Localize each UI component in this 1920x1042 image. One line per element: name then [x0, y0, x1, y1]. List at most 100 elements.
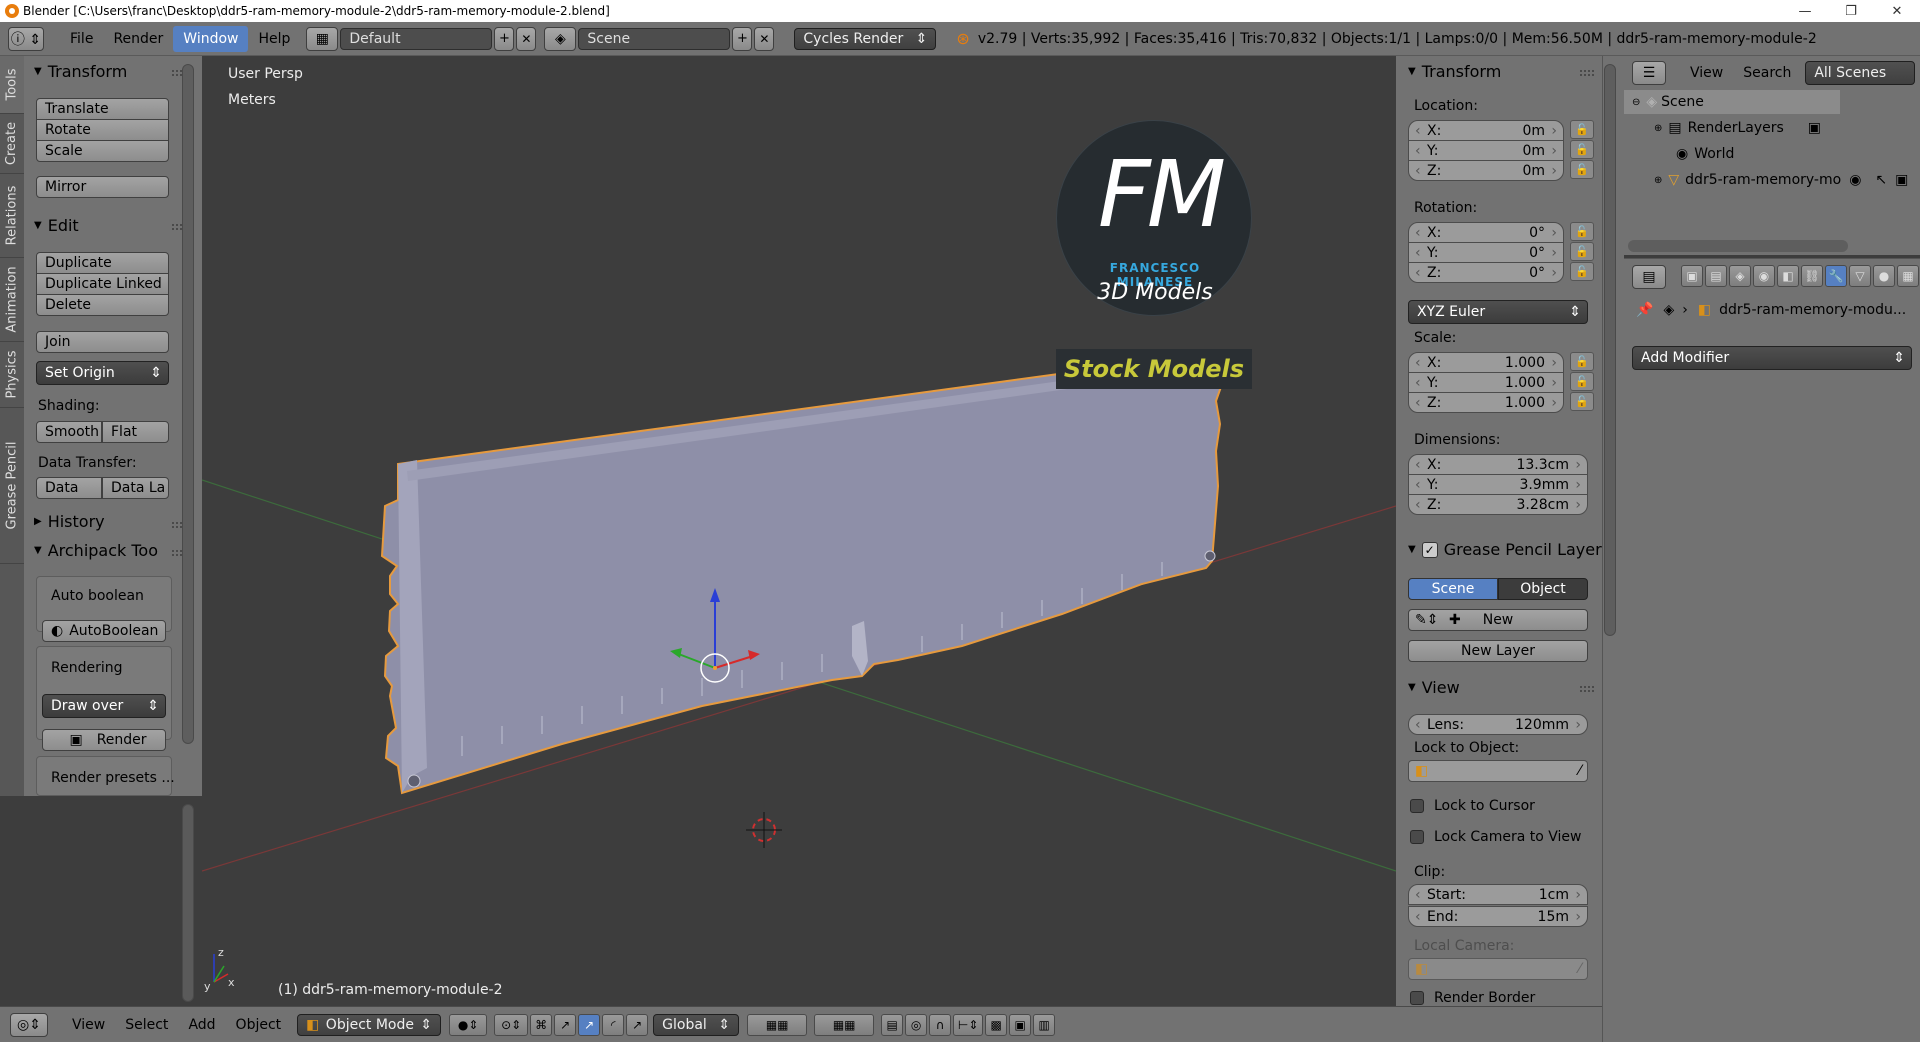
close-button[interactable]: ✕: [1874, 0, 1920, 22]
render-layer-toggle-icon[interactable]: ▣: [1808, 120, 1821, 136]
delete-layout-icon[interactable]: ✕: [516, 26, 537, 51]
shading-mode-icon[interactable]: ●⇕: [449, 1013, 488, 1036]
render-animation-icon[interactable]: ▥: [1033, 1013, 1056, 1036]
new-layer-button[interactable]: New Layer: [1408, 640, 1588, 662]
mirror-button[interactable]: Mirror: [36, 176, 169, 198]
lock-icon[interactable]: 🔓: [1570, 160, 1594, 179]
rotate-manipulator-icon[interactable]: ↗: [578, 1013, 601, 1036]
maximize-button[interactable]: ❐: [1828, 0, 1874, 22]
viewport-editor-type-button[interactable]: ◎⇕: [10, 1012, 48, 1037]
outliner-row-renderlayers[interactable]: ⊕ ▤ RenderLayers ▣: [1624, 116, 1821, 140]
toolshelf-scrollbar[interactable]: [182, 64, 194, 744]
tab-create[interactable]: Create: [0, 114, 24, 174]
proportional-edit-icon[interactable]: ◎: [905, 1013, 928, 1036]
lens-field[interactable]: Lens: 120mm: [1408, 714, 1588, 735]
render-tab-icon[interactable]: ▣: [1681, 265, 1703, 287]
bottom-menu-select[interactable]: Select: [115, 1012, 178, 1038]
editor-type-button[interactable]: ⓘ ⇕: [8, 26, 44, 51]
tab-grease-pencil[interactable]: Grease Pencil: [0, 408, 24, 564]
location-x-field[interactable]: X: 0m: [1408, 120, 1564, 141]
clip-start-field[interactable]: Start: 1cm: [1408, 884, 1588, 905]
outliner-menu-view[interactable]: View: [1680, 60, 1733, 86]
lock-icon[interactable]: 🔓: [1570, 372, 1594, 391]
orientation-dropdown[interactable]: Global ⇕: [653, 1013, 740, 1036]
eyedropper-icon[interactable]: ⁄: [1579, 763, 1581, 779]
tab-physics[interactable]: Physics: [0, 342, 24, 408]
bottom-menu-object[interactable]: Object: [226, 1012, 292, 1038]
3d-viewport[interactable]: User Persp Meters z x y FM FRANCESCO MIL…: [202, 56, 1396, 1006]
lock-icon[interactable]: 🔓: [1570, 262, 1594, 281]
lock-object-field[interactable]: ◧ ⁄: [1408, 760, 1588, 782]
layers-grid-2-icon[interactable]: ▦▦: [814, 1013, 875, 1036]
transform-panel-header[interactable]: ▼ Transform: [34, 62, 127, 81]
texture-tab-icon[interactable]: ▦: [1897, 265, 1919, 287]
pivot-point-icon[interactable]: ⊙⇕: [494, 1013, 529, 1036]
lock-to-cursor-checkbox[interactable]: Lock to Cursor: [1410, 798, 1535, 814]
dimensions-x-field[interactable]: X: 13.3cm: [1408, 454, 1588, 475]
screen-layout-field[interactable]: Default: [340, 27, 493, 50]
screen-layout-icon[interactable]: ▦: [306, 26, 339, 51]
tab-tools[interactable]: Tools: [0, 56, 24, 114]
n-transform-header[interactable]: ▼ Transform: [1408, 62, 1501, 81]
outliner-menu-search[interactable]: Search: [1733, 60, 1801, 86]
menu-file[interactable]: File: [60, 26, 103, 52]
add-modifier-dropdown[interactable]: Add Modifier ⇕: [1632, 346, 1912, 370]
archipack-panel-header[interactable]: ▼ Archipack Too: [34, 541, 158, 560]
expand-icon[interactable]: ⊕: [1654, 175, 1662, 186]
properties-editor-type-button[interactable]: ▤: [1632, 265, 1666, 289]
menu-render[interactable]: Render: [103, 26, 173, 52]
location-z-field[interactable]: Z: 0m: [1408, 160, 1564, 181]
snap-target-icon[interactable]: ▩: [985, 1013, 1008, 1036]
layers-grid-1-icon[interactable]: ▦▦: [747, 1013, 808, 1036]
flat-button[interactable]: Flat: [102, 421, 169, 443]
lock-camera-checkbox[interactable]: Lock Camera to View: [1410, 829, 1582, 845]
transform-manipulator-icon[interactable]: ↗: [626, 1013, 649, 1036]
rotation-x-field[interactable]: X: 0°: [1408, 222, 1564, 243]
eye-icon[interactable]: ◉: [1849, 172, 1861, 188]
scale-z-field[interactable]: Z: 1.000: [1408, 392, 1564, 413]
tab-relations[interactable]: Relations: [0, 174, 24, 258]
rotation-y-field[interactable]: Y: 0°: [1408, 242, 1564, 263]
add-layout-icon[interactable]: +: [494, 26, 515, 51]
world-tab-icon[interactable]: ◉: [1753, 265, 1775, 287]
snap-toggle-icon[interactable]: ∩: [929, 1013, 952, 1036]
outliner-editor-type-button[interactable]: ☰: [1632, 61, 1666, 85]
translate-manipulator-icon[interactable]: ↗: [554, 1013, 577, 1036]
rotate-button[interactable]: Rotate: [36, 119, 169, 141]
view-panel-header[interactable]: ▼ View: [1408, 678, 1460, 697]
delete-scene-icon[interactable]: ✕: [754, 26, 775, 51]
render-layers-tab-icon[interactable]: ▤: [1705, 265, 1727, 287]
lock-layers-icon[interactable]: ▤: [881, 1013, 904, 1036]
rotation-mode-dropdown[interactable]: XYZ Euler ⇕: [1408, 300, 1588, 324]
location-y-field[interactable]: Y: 0m: [1408, 140, 1564, 161]
panel-grip-icon[interactable]: [1580, 686, 1594, 692]
draw-over-dropdown[interactable]: Draw over ⇕: [42, 694, 166, 718]
collapse-icon[interactable]: ⊖: [1632, 97, 1640, 108]
3d-cursor-icon[interactable]: [746, 812, 782, 848]
constraints-tab-icon[interactable]: ⛓: [1801, 265, 1823, 287]
render-preview-icon[interactable]: ▣: [1009, 1013, 1032, 1036]
material-tab-icon[interactable]: ●: [1873, 265, 1895, 287]
rotation-z-field[interactable]: Z: 0°: [1408, 262, 1564, 283]
render-presets-button[interactable]: Render presets ...: [51, 770, 175, 786]
dimensions-z-field[interactable]: Z: 3.28cm: [1408, 494, 1588, 515]
menu-window[interactable]: Window: [173, 25, 249, 52]
object-tab-icon[interactable]: ◧: [1777, 265, 1799, 287]
data-transfer-button[interactable]: Data: [36, 477, 102, 499]
scene-tab-icon[interactable]: ◈: [1729, 265, 1751, 287]
panel-grip-icon[interactable]: [1580, 70, 1594, 76]
add-scene-icon[interactable]: +: [732, 26, 753, 51]
outliner-row-object[interactable]: ⊕ ▽ ddr5-ram-memory-mo ◉ ↖ ▣: [1624, 168, 1908, 192]
delete-button[interactable]: Delete: [36, 294, 169, 316]
n-panel-scrollbar[interactable]: [1604, 64, 1616, 636]
grease-pencil-checkbox[interactable]: ✓: [1421, 541, 1438, 558]
lock-icon[interactable]: 🔓: [1570, 222, 1594, 241]
outliner-row-world[interactable]: ◉ World: [1624, 142, 1734, 166]
mode-dropdown[interactable]: ◧ Object Mode ⇕: [297, 1013, 442, 1036]
menu-help[interactable]: Help: [248, 26, 300, 52]
lock-icon[interactable]: 🔓: [1570, 242, 1594, 261]
object-tab[interactable]: Object: [1498, 578, 1588, 600]
ram-module-mesh[interactable]: [380, 350, 1224, 795]
scale-x-field[interactable]: X: 1.000: [1408, 352, 1564, 373]
outliner-filter-dropdown[interactable]: All Scenes: [1805, 61, 1916, 85]
